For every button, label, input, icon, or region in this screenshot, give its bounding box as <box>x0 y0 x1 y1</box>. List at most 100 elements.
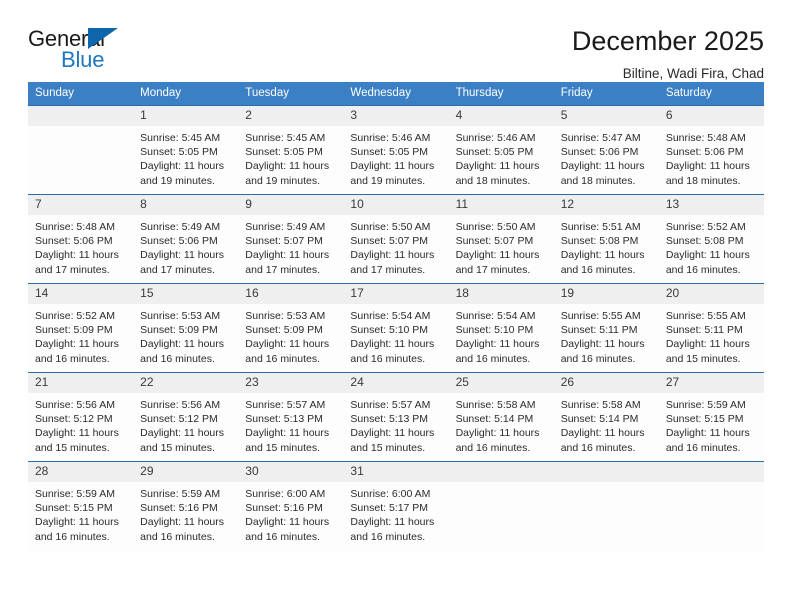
calendar-day-cell[interactable]: 14 Sunrise: 5:52 AM Sunset: 5:09 PM Dayligh… <box>28 283 134 373</box>
weekday-header-sunday: Sunday <box>28 82 134 106</box>
sunrise-text: Sunrise: 5:53 AM <box>245 310 326 322</box>
calendar-day-cell[interactable]: 6 Sunrise: 5:48 AM Sunset: 5:06 PM Daylight… <box>658 105 764 195</box>
calendar-day-cell[interactable]: 31 Sunrise: 6:00 AM Sunset: 5:17 PM Dayligh… <box>343 461 449 551</box>
daylight-text: Daylight: 11 hours and 16 minutes. <box>350 516 435 543</box>
daylight-text: Daylight: 11 hours and 16 minutes. <box>455 427 540 454</box>
calendar-day-cell[interactable]: 17 Sunrise: 5:54 AM Sunset: 5:10 PM Dayligh… <box>343 283 449 373</box>
calendar-day-cell[interactable]: 22 Sunrise: 5:56 AM Sunset: 5:12 PM Dayligh… <box>133 372 239 462</box>
sunset-text: Sunset: 5:08 PM <box>665 235 744 248</box>
title-block: December 2025 Biltine, Wadi Fira, Chad <box>572 26 764 81</box>
day-details: Sunrise: 5:49 AM Sunset: 5:07 PM Daylight:… <box>238 215 343 277</box>
calendar-body: 1 Sunrise: 5:45 AM Sunset: 5:05 PM Daylight… <box>28 105 764 551</box>
daylight-text: Daylight: 11 hours and 16 minutes. <box>35 338 119 365</box>
calendar-day-cell[interactable]: 3 Sunrise: 5:46 AM Sunset: 5:05 PM Daylight… <box>343 105 449 195</box>
day-number: 8 <box>133 195 239 215</box>
calendar-day-cell[interactable]: 25 Sunrise: 5:58 AM Sunset: 5:14 PM Dayligh… <box>448 372 554 462</box>
day-details: Sunrise: 5:52 AM Sunset: 5:09 PM Daylight:… <box>28 304 133 366</box>
calendar-day-cell[interactable]: 29 Sunrise: 5:59 AM Sunset: 5:16 PM Dayligh… <box>133 461 239 551</box>
day-details: Sunrise: 5:59 AM Sunset: 5:16 PM Daylight:… <box>133 482 238 544</box>
day-details: Sunrise: 5:45 AM Sunset: 5:05 PM Daylight:… <box>238 126 343 188</box>
calendar-day-cell[interactable]: 15 Sunrise: 5:53 AM Sunset: 5:09 PM Dayligh… <box>133 283 239 373</box>
weekday-header-wednesday: Wednesday <box>343 82 449 106</box>
calendar-day-cell[interactable]: 4 Sunrise: 5:46 AM Sunset: 5:05 PM Daylight… <box>448 105 554 195</box>
calendar-week-row: 14 Sunrise: 5:52 AM Sunset: 5:09 PM Dayligh… <box>28 283 764 373</box>
calendar-day-cell[interactable]: 9 Sunrise: 5:49 AM Sunset: 5:07 PM Daylight… <box>238 194 344 284</box>
weekday-header-monday: Monday <box>133 82 239 106</box>
calendar-day-cell[interactable]: 30 Sunrise: 6:00 AM Sunset: 5:16 PM Dayligh… <box>238 461 344 551</box>
sunset-text: Sunset: 5:07 PM <box>245 235 323 248</box>
daylight-text: Daylight: 11 hours and 17 minutes. <box>245 249 330 276</box>
sunset-text: Sunset: 5:13 PM <box>350 413 429 426</box>
sunrise-text: Sunrise: 5:46 AM <box>455 132 536 144</box>
calendar-day-cell[interactable]: 10 Sunrise: 5:50 AM Sunset: 5:07 PM Dayligh… <box>343 194 449 284</box>
calendar-day-cell[interactable]: 1 Sunrise: 5:45 AM Sunset: 5:05 PM Daylight… <box>133 105 239 195</box>
calendar-day-cell[interactable]: 2 Sunrise: 5:45 AM Sunset: 5:05 PM Daylight… <box>238 105 344 195</box>
sunset-text: Sunset: 5:17 PM <box>350 502 429 515</box>
day-number: 11 <box>448 195 554 215</box>
day-number: 3 <box>343 106 449 126</box>
day-number: 15 <box>133 284 239 304</box>
day-number: 9 <box>238 195 344 215</box>
daylight-text: Daylight: 11 hours and 15 minutes. <box>245 427 330 454</box>
calendar-day-cell-empty <box>448 461 554 551</box>
calendar-day-cell[interactable]: 18 Sunrise: 5:54 AM Sunset: 5:10 PM Dayligh… <box>448 283 554 373</box>
day-details: Sunrise: 6:00 AM Sunset: 5:17 PM Daylight:… <box>343 482 448 544</box>
sunset-text: Sunset: 5:11 PM <box>560 324 638 337</box>
sunrise-text: Sunrise: 5:57 AM <box>245 399 326 411</box>
calendar-day-cell[interactable]: 16 Sunrise: 5:53 AM Sunset: 5:09 PM Dayligh… <box>238 283 344 373</box>
calendar-day-cell[interactable]: 23 Sunrise: 5:57 AM Sunset: 5:13 PM Dayligh… <box>238 372 344 462</box>
calendar-day-cell[interactable]: 11 Sunrise: 5:50 AM Sunset: 5:07 PM Dayligh… <box>448 194 554 284</box>
sunrise-text: Sunrise: 5:50 AM <box>455 221 536 233</box>
day-details: Sunrise: 5:53 AM Sunset: 5:09 PM Daylight:… <box>133 304 238 366</box>
calendar-day-cell[interactable]: 12 Sunrise: 5:51 AM Sunset: 5:08 PM Dayligh… <box>553 194 659 284</box>
calendar-day-cell[interactable]: 13 Sunrise: 5:52 AM Sunset: 5:08 PM Dayligh… <box>658 194 764 284</box>
day-number: 1 <box>133 106 239 126</box>
sunset-text: Sunset: 5:09 PM <box>245 324 323 337</box>
calendar-header-row: Sunday Monday Tuesday Wednesday Thursday Frid… <box>28 82 764 106</box>
calendar-day-cell[interactable]: 26 Sunrise: 5:58 AM Sunset: 5:14 PM Dayligh… <box>553 372 659 462</box>
sunrise-text: Sunrise: 5:51 AM <box>560 221 641 233</box>
calendar-day-cell[interactable]: 20 Sunrise: 5:55 AM Sunset: 5:11 PM Dayligh… <box>658 283 764 373</box>
sunrise-text: Sunrise: 5:48 AM <box>665 132 746 144</box>
sunrise-text: Sunrise: 5:48 AM <box>35 221 115 233</box>
calendar-day-cell-empty <box>658 461 764 551</box>
day-details: Sunrise: 5:56 AM Sunset: 5:12 PM Daylight:… <box>28 393 133 455</box>
sunset-text: Sunset: 5:10 PM <box>455 324 534 337</box>
day-details: Sunrise: 5:46 AM Sunset: 5:05 PM Daylight:… <box>343 126 448 188</box>
sunrise-text: Sunrise: 5:56 AM <box>35 399 115 411</box>
sunset-text: Sunset: 5:07 PM <box>455 235 534 248</box>
sunset-text: Sunset: 5:15 PM <box>35 502 113 515</box>
sunset-text: Sunset: 5:05 PM <box>245 146 323 159</box>
calendar-week-row: 1 Sunrise: 5:45 AM Sunset: 5:05 PM Daylight… <box>28 105 764 195</box>
location-subtitle: Biltine, Wadi Fira, Chad <box>622 66 764 82</box>
sunset-text: Sunset: 5:15 PM <box>665 413 744 426</box>
day-details: Sunrise: 5:59 AM Sunset: 5:15 PM Daylight:… <box>28 482 133 544</box>
sunrise-text: Sunrise: 5:45 AM <box>245 132 326 144</box>
calendar-day-cell[interactable]: 28 Sunrise: 5:59 AM Sunset: 5:15 PM Dayligh… <box>28 461 134 551</box>
daylight-text: Daylight: 11 hours and 18 minutes. <box>455 160 540 187</box>
calendar-day-cell[interactable]: 21 Sunrise: 5:56 AM Sunset: 5:12 PM Dayligh… <box>28 372 134 462</box>
daylight-text: Daylight: 11 hours and 19 minutes. <box>140 160 224 187</box>
sunset-text: Sunset: 5:06 PM <box>665 146 744 159</box>
day-number <box>553 462 659 482</box>
day-number: 16 <box>238 284 344 304</box>
calendar-day-cell[interactable]: 27 Sunrise: 5:59 AM Sunset: 5:15 PM Dayligh… <box>658 372 764 462</box>
day-details: Sunrise: 5:59 AM Sunset: 5:15 PM Daylight:… <box>659 393 764 455</box>
calendar-day-cell[interactable]: 5 Sunrise: 5:47 AM Sunset: 5:06 PM Daylight… <box>553 105 659 195</box>
sunrise-text: Sunrise: 6:00 AM <box>245 488 326 500</box>
day-number: 28 <box>28 462 134 482</box>
calendar-day-cell[interactable]: 19 Sunrise: 5:55 AM Sunset: 5:11 PM Dayligh… <box>553 283 659 373</box>
day-number: 17 <box>343 284 449 304</box>
calendar-day-cell[interactable]: 8 Sunrise: 5:49 AM Sunset: 5:06 PM Daylight… <box>133 194 239 284</box>
day-number: 30 <box>238 462 344 482</box>
calendar-day-cell[interactable]: 7 Sunrise: 5:48 AM Sunset: 5:06 PM Daylight… <box>28 194 134 284</box>
calendar-day-cell[interactable]: 24 Sunrise: 5:57 AM Sunset: 5:13 PM Dayligh… <box>343 372 449 462</box>
day-details: Sunrise: 6:00 AM Sunset: 5:16 PM Daylight:… <box>238 482 343 544</box>
daylight-text: Daylight: 11 hours and 16 minutes. <box>350 338 435 365</box>
day-details: Sunrise: 5:57 AM Sunset: 5:13 PM Daylight:… <box>343 393 448 455</box>
general-blue-logo[interactable]: General Blue <box>28 26 148 74</box>
sunset-text: Sunset: 5:16 PM <box>245 502 323 515</box>
calendar-page: General Blue December 2025 Biltine, Wadi… <box>0 0 792 612</box>
sunrise-text: Sunrise: 6:00 AM <box>350 488 431 500</box>
sunset-text: Sunset: 5:08 PM <box>560 235 639 248</box>
